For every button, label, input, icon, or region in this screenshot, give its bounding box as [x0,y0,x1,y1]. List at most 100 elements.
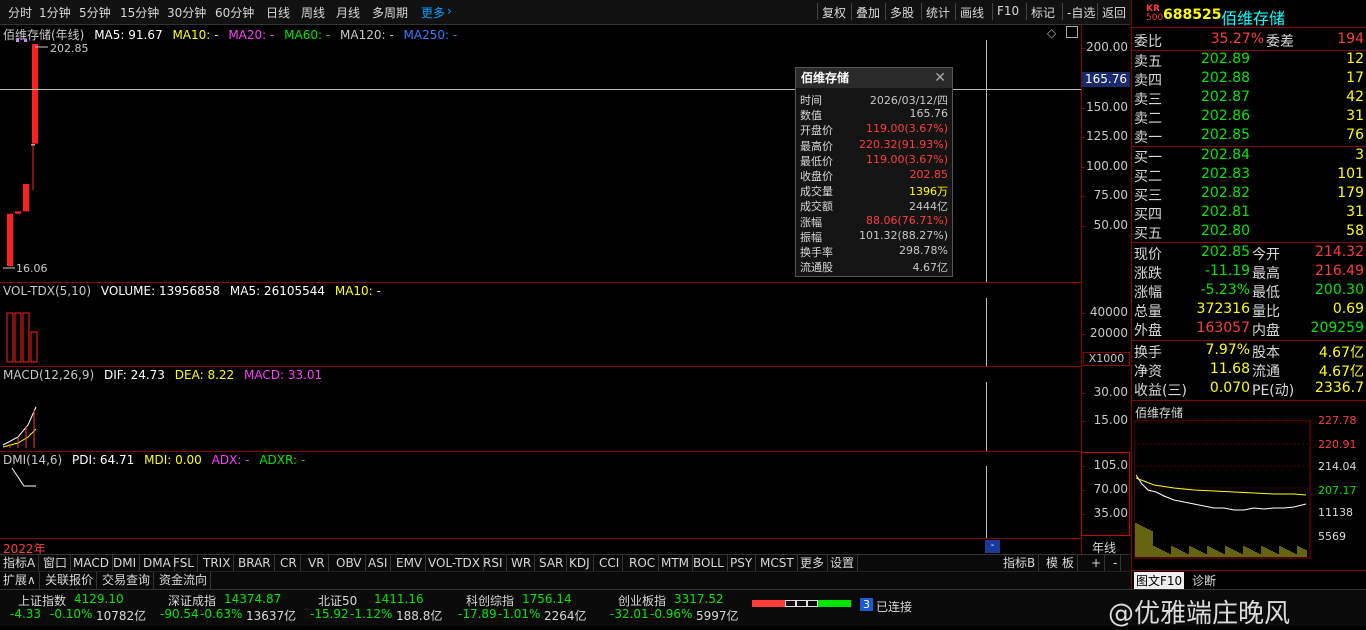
data-popup[interactable]: 佰维存储 ✕ 时间 2026/03/12/四 数值 165.76 开盘价 119.00(3… [795,67,953,277]
chart-area[interactable]: 佰维存储(年线) MA5: 91.67 MA10: - MA20: - MA60… [0,24,1130,556]
indicator-tab[interactable]: MTM [658,555,694,571]
popup-row: 最低价 119.00(3.67%) [800,153,948,168]
tool-button[interactable]: 复权 [822,4,846,21]
candle[interactable] [31,144,35,191]
extension-tab[interactable]: 关联报价 [42,572,98,589]
indicator-tab[interactable]: CR [277,555,301,571]
sell-row[interactable]: 卖四 202.88 17 [1134,70,1366,89]
candle[interactable] [32,44,38,144]
quote-key: 净资 [1134,364,1162,380]
popup-key: 流通股 [800,261,833,275]
volume-bar[interactable] [14,312,22,363]
axis-tick [1081,334,1085,335]
indicator-tab[interactable]: TRIX [200,555,235,571]
connection-status[interactable]: 已连接 [876,598,912,615]
indicator-tab-right[interactable]: 指标B [1000,555,1040,571]
tool-button[interactable]: -自选 [1067,4,1095,21]
close-icon[interactable]: ✕ [934,70,946,86]
market-breadth-cell [774,600,785,607]
chevron-right-icon[interactable]: › [447,4,452,18]
tool-button[interactable]: 画线 [960,4,984,21]
period-button[interactable]: 月线 [336,4,360,21]
volume-bar[interactable] [6,312,14,363]
indicator-tab[interactable]: ROC [626,555,660,571]
volume-bar[interactable] [30,331,38,363]
macd-chart[interactable] [0,367,1081,451]
tool-button[interactable]: 标记 [1031,4,1055,21]
indicator-tab[interactable]: VR [305,555,329,571]
indicator-tab[interactable]: DMI [110,555,141,571]
indicator-tab-right[interactable]: - [1110,555,1122,571]
indicator-tab[interactable]: VOL-TDX [425,555,484,571]
buy-row[interactable]: 买三 202.82 179 [1134,185,1366,204]
popup-key: 成交量 [800,185,833,199]
indicator-tab[interactable]: MACD [70,555,113,571]
indicator-tab[interactable]: SAR [536,555,568,571]
period-button[interactable]: 周线 [301,4,325,21]
buy-qty: 179 [1337,185,1364,201]
indicator-tab[interactable]: FSL [170,555,198,571]
indicator-tab[interactable]: MCST [757,555,798,571]
intraday-mini-chart[interactable] [1134,420,1314,560]
indicator-tab[interactable]: CCI [596,555,624,571]
sell-price: 202.88 [1201,70,1250,86]
indicator-tab[interactable]: WR [508,555,536,571]
sell-row[interactable]: 卖二 202.86 31 [1134,108,1366,127]
event-marker[interactable] [24,39,27,42]
period-button[interactable]: 1分钟 [39,4,71,21]
tool-button[interactable]: 统计 [926,4,950,21]
extension-tab[interactable]: 扩展∧ [0,572,40,589]
indicator-tab[interactable]: 指标A [0,555,40,571]
indicator-tab[interactable]: 设置 [827,555,859,571]
buy-row[interactable]: 买一 202.84 3 [1134,147,1366,166]
indicator-tab[interactable]: OBV [333,555,366,571]
popup-value: 88.06(76.71%) [865,213,948,227]
dmi-chart[interactable] [0,452,1081,538]
indicator-tab-right[interactable]: 模 板 [1043,555,1078,571]
indicator-tab-right[interactable]: + [1088,555,1106,571]
period-button[interactable]: 分时 [8,4,32,21]
tool-button[interactable]: 叠加 [856,4,880,21]
period-button[interactable]: 日线 [266,4,290,21]
period-button[interactable]: 5分钟 [79,4,111,21]
sell-row[interactable]: 卖五 202.89 12 [1134,51,1366,70]
buy-row[interactable]: 买五 202.80 58 [1134,223,1366,242]
period-button[interactable]: 60分钟 [215,4,254,21]
sell-row[interactable]: 卖三 202.87 42 [1134,89,1366,108]
period-button[interactable]: 15分钟 [120,4,159,21]
buy-row[interactable]: 买二 202.83 101 [1134,166,1366,185]
indicator-tab[interactable]: ASI [365,555,392,571]
extension-tab[interactable]: 资金流向 [156,572,212,589]
quote-value: 216.49 [1315,263,1364,279]
candle[interactable] [15,211,21,214]
diagnosis-tab[interactable]: 诊断 [1192,572,1216,589]
indicator-tab[interactable]: 窗口 [40,555,72,571]
candle[interactable] [7,213,13,266]
indicator-tab[interactable]: KDJ [566,555,594,571]
index-change: -32.01 [610,607,649,621]
quote-key: 涨幅 [1134,285,1162,301]
volume-chart[interactable] [0,283,1081,366]
indicator-tab[interactable]: PSY [727,555,757,571]
f10-tab[interactable]: 图文F10 [1134,572,1185,589]
indicator-tab[interactable]: 更多 [797,555,829,571]
candle[interactable] [23,184,29,212]
mini-axis-label: 220.91 [1318,438,1357,451]
period-button[interactable]: 多周期 [372,4,408,21]
sell-row[interactable]: 卖一 202.85 76 [1134,127,1366,146]
more-button[interactable]: 更多 [421,4,445,21]
extension-tab[interactable]: 交易查询 [99,572,155,589]
tool-button[interactable]: F10 [997,4,1019,18]
quote-key: 最高 [1252,266,1280,282]
indicator-tab[interactable]: RSI [480,555,507,571]
indicator-tab[interactable]: EMV [393,555,427,571]
event-marker[interactable] [16,39,19,42]
tool-button[interactable]: 返回 [1102,4,1126,21]
indicator-tab[interactable]: BRAR [235,555,275,571]
buy-row[interactable]: 买四 202.81 31 [1134,204,1366,223]
period-button[interactable]: 30分钟 [167,4,206,21]
tool-button[interactable]: 多股 [890,4,914,21]
indicator-tab[interactable]: BOLL [690,555,728,571]
volume-bar[interactable] [22,312,30,363]
index-value: 1756.14 [522,592,572,606]
